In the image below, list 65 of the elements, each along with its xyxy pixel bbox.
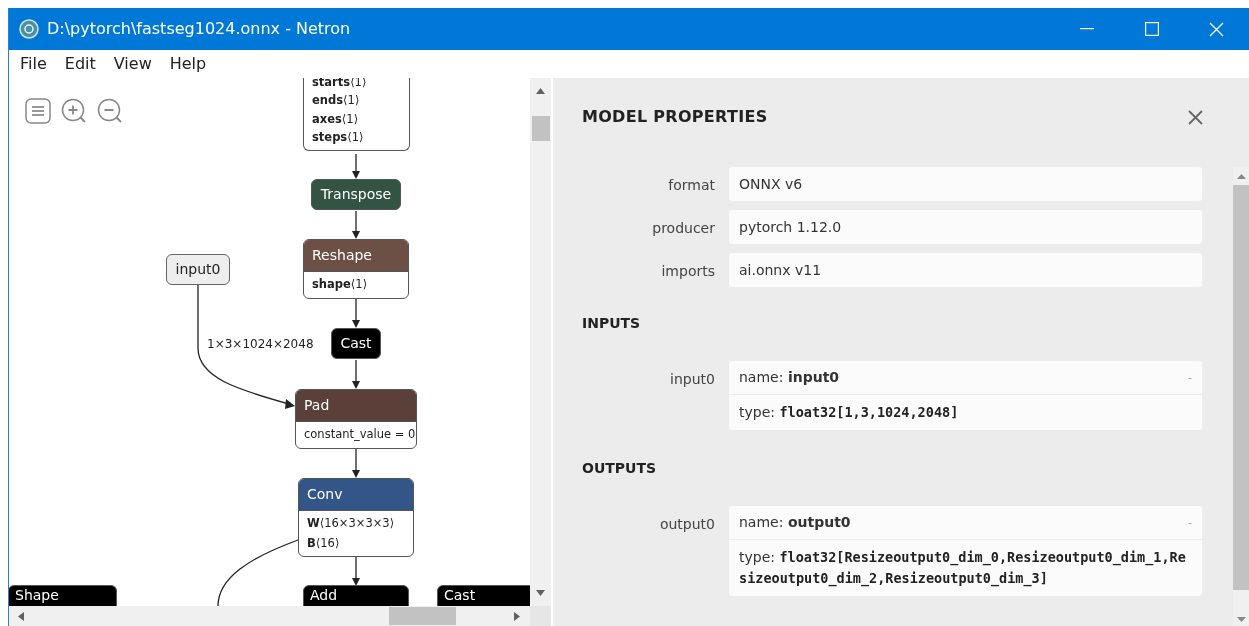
scrollbar-thumb[interactable]: [531, 116, 550, 141]
scrollbar-thumb[interactable]: [389, 607, 456, 625]
graph-node[interactable]: Reshape shape⟨1⟩: [303, 239, 409, 299]
node-attribute: W⟨16×3×3×3⟩: [307, 515, 396, 533]
close-icon: [1209, 21, 1224, 37]
graph-node[interactable]: Conv W⟨16×3×3×3⟩ B⟨16⟩: [298, 478, 414, 557]
minimize-icon: [1079, 28, 1094, 30]
edge-arrow: [352, 210, 360, 239]
node-header: Pad: [296, 390, 416, 421]
graph-node[interactable]: Add: [303, 585, 409, 606]
scroll-right-icon[interactable]: [514, 611, 520, 621]
node-header: Conv: [299, 479, 413, 510]
scroll-left-icon[interactable]: [18, 611, 24, 621]
scroll-down-icon[interactable]: [1237, 617, 1246, 622]
argument-type: type: float32[1,3,1024,2048]: [738, 403, 960, 422]
maximize-icon: [1144, 22, 1159, 36]
edge-arrow: [352, 556, 360, 586]
node-attribute: ends⟨1⟩: [312, 92, 361, 110]
property-label: producer: [651, 219, 715, 238]
edge-label: 1×3×1024×2048: [207, 336, 314, 353]
menu-item[interactable]: File: [19, 52, 48, 76]
property-label: input0: [669, 370, 715, 389]
graph-node[interactable]: Transpose: [311, 179, 401, 210]
property-value: pytorch 1.12.0: [729, 210, 1202, 244]
scroll-up-icon[interactable]: [536, 88, 545, 94]
node-attribute: shape⟨1⟩: [312, 276, 369, 294]
graph-node[interactable]: Cast: [437, 585, 530, 606]
argument-name: name: output0: [739, 513, 851, 532]
horizontal-scrollbar[interactable]: [9, 606, 530, 626]
node-attribute: axes⟨1⟩: [312, 110, 360, 128]
node-attribute: constant_value = 0: [304, 426, 416, 444]
property-label: output0: [658, 515, 715, 534]
edge-arrow: [352, 448, 360, 478]
node-header: Reshape: [304, 240, 408, 271]
argument-name: name: input0: [739, 368, 840, 387]
edge-arrow: [352, 153, 360, 179]
node-attribute: steps⟨1⟩: [312, 129, 365, 147]
close-icon[interactable]: [1188, 109, 1203, 125]
menu-item[interactable]: View: [112, 52, 153, 76]
menu-item[interactable]: Help: [168, 52, 208, 76]
menu-icon[interactable]: [25, 98, 51, 124]
app-logo-icon: [19, 19, 39, 39]
edge-arrow: [352, 359, 360, 389]
section-title: OUTPUTS: [582, 459, 658, 478]
input-node[interactable]: input0: [166, 254, 230, 285]
vertical-scrollbar[interactable]: [530, 78, 551, 606]
scroll-up-icon[interactable]: [1237, 174, 1246, 179]
property-label: format: [667, 176, 715, 195]
section-title: INPUTS: [582, 314, 642, 333]
node-attribute: B⟨16⟩: [307, 534, 341, 552]
scrollbar-corner: [530, 606, 551, 626]
graph-node[interactable]: Shape: [9, 585, 117, 606]
graph-node[interactable]: Pad constant_value = 0: [295, 389, 417, 449]
property-value: ai.onnx v11: [729, 253, 1202, 287]
scroll-down-icon[interactable]: [536, 590, 545, 596]
window-title: D:\pytorch\fastseg1024.onnx - Netron: [47, 18, 351, 40]
argument-type: type: float32[Resizeoutput0_dim_0,Resizeoutput0_dim_1,Resizeoutput0_dim_2,Resizeoutput0_dim_3]: [738, 548, 1187, 589]
graph-node[interactable]: Cast: [331, 328, 381, 359]
edge-arrow: [352, 297, 360, 328]
panel-title: MODEL PROPERTIES: [582, 106, 768, 128]
property-value: ONNX v6: [729, 167, 1202, 201]
property-label: imports: [660, 262, 715, 281]
zoom-in-icon[interactable]: [61, 98, 87, 124]
zoom-out-icon[interactable]: [97, 98, 123, 124]
menu-item[interactable]: Edit: [63, 52, 97, 76]
